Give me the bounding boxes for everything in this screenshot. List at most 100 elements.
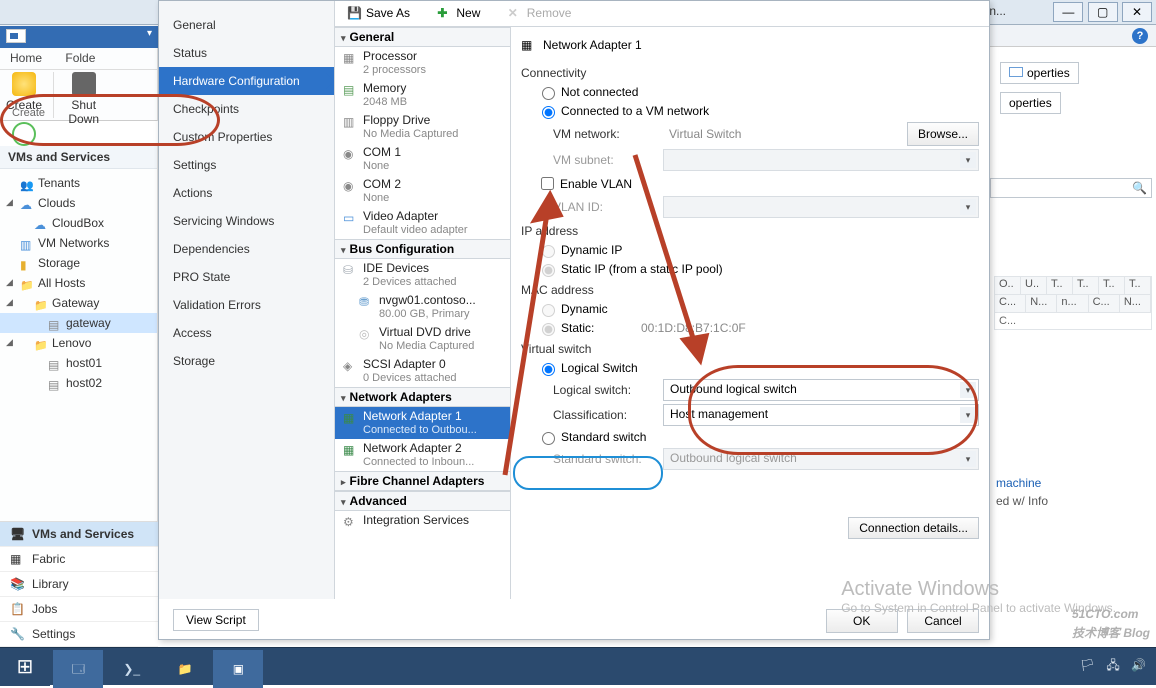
connection-details-button[interactable]: Connection details... <box>848 517 979 539</box>
properties-icon <box>1009 67 1023 77</box>
bg-link-machine[interactable]: machine <box>990 474 1156 492</box>
nav-vms[interactable]: 🖥VMs and Services <box>0 522 158 547</box>
expander-icon[interactable]: ◢ <box>6 277 13 288</box>
tree-host02[interactable]: host02 <box>0 373 157 393</box>
radio-connected-vm[interactable] <box>542 106 555 119</box>
nav-jobs[interactable]: 📋Jobs <box>0 597 158 622</box>
ok-button[interactable]: OK <box>826 609 898 633</box>
tray-flag-icon[interactable]: 🏳 <box>1080 658 1095 672</box>
tree-gateway-group[interactable]: ◢Gateway <box>0 293 157 313</box>
dlg-nav-access[interactable]: Access <box>159 319 334 347</box>
tree-storage[interactable]: Storage <box>0 253 157 273</box>
save-as-button[interactable]: Save As <box>339 2 418 26</box>
properties-dialog: General Status Hardware Configuration Ch… <box>158 0 990 640</box>
tree-allhosts[interactable]: ◢All Hosts <box>0 273 157 293</box>
hw-floppy[interactable]: Floppy DriveNo Media Captured <box>335 111 510 143</box>
hw-integration[interactable]: Integration Services <box>335 511 510 529</box>
hw-video[interactable]: Video AdapterDefault video adapter <box>335 207 510 239</box>
tree-vmnetworks[interactable]: VM Networks <box>0 233 157 253</box>
tree-lenovo-group[interactable]: ◢Lenovo <box>0 333 157 353</box>
close-button[interactable]: ✕ <box>1122 2 1152 22</box>
dlg-nav-status[interactable]: Status <box>159 39 334 67</box>
bg-search[interactable]: 🔍 <box>990 178 1152 198</box>
radio-logical-switch[interactable] <box>542 363 555 376</box>
app-menu[interactable]: ▾ <box>0 26 158 48</box>
tray-network-icon[interactable]: 🖧 <box>1106 658 1119 672</box>
cancel-button[interactable]: Cancel <box>907 609 979 633</box>
expander-icon[interactable]: ◢ <box>6 197 13 208</box>
create-icon <box>12 72 36 96</box>
combo-standard-switch: Outbound logical switch▾ <box>663 448 979 470</box>
tree-gateway-host[interactable]: gateway <box>0 313 157 333</box>
dlg-nav-hardware[interactable]: Hardware Configuration <box>159 67 334 95</box>
tree-clouds[interactable]: ◢Clouds <box>0 193 157 213</box>
taskbar-vmm[interactable]: ▣ <box>213 650 263 688</box>
label-vm-subnet: VM subnet: <box>553 153 663 167</box>
combo-classification[interactable]: Host management▾ <box>663 404 979 426</box>
browse-button[interactable]: Browse... <box>907 122 979 146</box>
taskbar-server-manager[interactable]: 🗔 <box>53 650 103 688</box>
dlg-nav-custom[interactable]: Custom Properties <box>159 123 334 151</box>
hw-nic1[interactable]: Network Adapter 1Connected to Outbou... <box>335 407 510 439</box>
hw-memory[interactable]: Memory2048 MB <box>335 79 510 111</box>
expander-icon[interactable]: ◢ <box>6 337 13 348</box>
hw-nic2[interactable]: Network Adapter 2Connected to Inboun... <box>335 439 510 471</box>
minimize-button[interactable]: — <box>1053 2 1083 22</box>
maximize-button[interactable]: ▢ <box>1088 2 1118 22</box>
start-button[interactable] <box>0 648 50 686</box>
dlg-nav-settings[interactable]: Settings <box>159 151 334 179</box>
radio-not-connected[interactable] <box>542 87 555 100</box>
check-enable-vlan[interactable] <box>541 177 554 190</box>
chevron-down-icon: ▾ <box>147 28 152 39</box>
tree-cloudbox[interactable]: CloudBox <box>0 213 157 233</box>
tree-tenants[interactable]: Tenants <box>0 173 157 193</box>
tree-host01[interactable]: host01 <box>0 353 157 373</box>
radio-standard-switch[interactable] <box>542 432 555 445</box>
chevron-down-icon[interactable]: ▾ <box>960 407 976 423</box>
dlg-nav-checkpoints[interactable]: Checkpoints <box>159 95 334 123</box>
radio-dynamic-ip <box>542 245 555 258</box>
chevron-down-icon[interactable]: ▾ <box>960 382 976 398</box>
section-advanced[interactable]: Advanced <box>335 491 510 511</box>
expander-icon[interactable]: ◢ <box>6 297 13 308</box>
bg-properties-button-2[interactable]: operties <box>1000 92 1061 114</box>
taskbar-powershell[interactable]: ❯_ <box>107 650 157 688</box>
hw-ide[interactable]: IDE Devices2 Devices attached <box>335 259 510 291</box>
dlg-nav-deps[interactable]: Dependencies <box>159 235 334 263</box>
remove-button: Remove <box>500 2 580 26</box>
dlg-nav-servicing[interactable]: Servicing Windows <box>159 207 334 235</box>
dlg-nav-valerr[interactable]: Validation Errors <box>159 291 334 319</box>
hw-com2[interactable]: COM 2None <box>335 175 510 207</box>
taskbar-explorer[interactable]: 📁 <box>160 650 210 688</box>
dlg-nav-pro[interactable]: PRO State <box>159 263 334 291</box>
nav-settings[interactable]: 🔧Settings <box>0 622 158 647</box>
dlg-nav-actions[interactable]: Actions <box>159 179 334 207</box>
nav-library[interactable]: 📚Library <box>0 572 158 597</box>
view-script-button[interactable]: View Script <box>173 609 259 631</box>
section-fibre[interactable]: Fibre Channel Adapters <box>335 471 510 491</box>
hw-com1[interactable]: COM 1None <box>335 143 510 175</box>
combo-logical-switch[interactable]: Outbound logical switch▾ <box>663 379 979 401</box>
ribbon-shutdown[interactable]: Shut Down <box>60 70 108 120</box>
left-nav: 🖥VMs and Services ▦Fabric 📚Library 📋Jobs… <box>0 521 158 647</box>
hw-scsi[interactable]: SCSI Adapter 00 Devices attached <box>335 355 510 387</box>
detail-pane: ▦Network Adapter 1 Connectivity Not conn… <box>511 27 989 599</box>
bg-properties-button-1[interactable]: operties <box>1000 62 1079 84</box>
dlg-nav-storage[interactable]: Storage <box>159 347 334 375</box>
tray-volume-icon[interactable]: 🔊 <box>1131 658 1146 672</box>
hw-dvd[interactable]: Virtual DVD driveNo Media Captured <box>335 323 510 355</box>
ribbon-group-create: Create <box>12 107 45 119</box>
ribbon-tab-folder[interactable]: Folde <box>55 48 105 68</box>
section-bus[interactable]: Bus Configuration <box>335 239 510 259</box>
dlg-nav-general[interactable]: General <box>159 11 334 39</box>
section-network[interactable]: Network Adapters <box>335 387 510 407</box>
nav-fabric[interactable]: ▦Fabric <box>0 547 158 572</box>
taskbar[interactable]: 🗔 ❯_ 📁 ▣ 🏳 🖧 🔊 <box>0 647 1156 685</box>
help-icon[interactable]: ? <box>1132 28 1148 44</box>
hw-hdd[interactable]: nvgw01.contoso...80.00 GB, Primary <box>335 291 510 323</box>
ribbon-tab-home[interactable]: Home <box>0 48 52 68</box>
new-button[interactable]: New <box>429 2 488 26</box>
system-tray[interactable]: 🏳 🖧 🔊 <box>1076 656 1150 677</box>
hw-processor[interactable]: Processor2 processors <box>335 47 510 79</box>
section-general[interactable]: General <box>335 27 510 47</box>
